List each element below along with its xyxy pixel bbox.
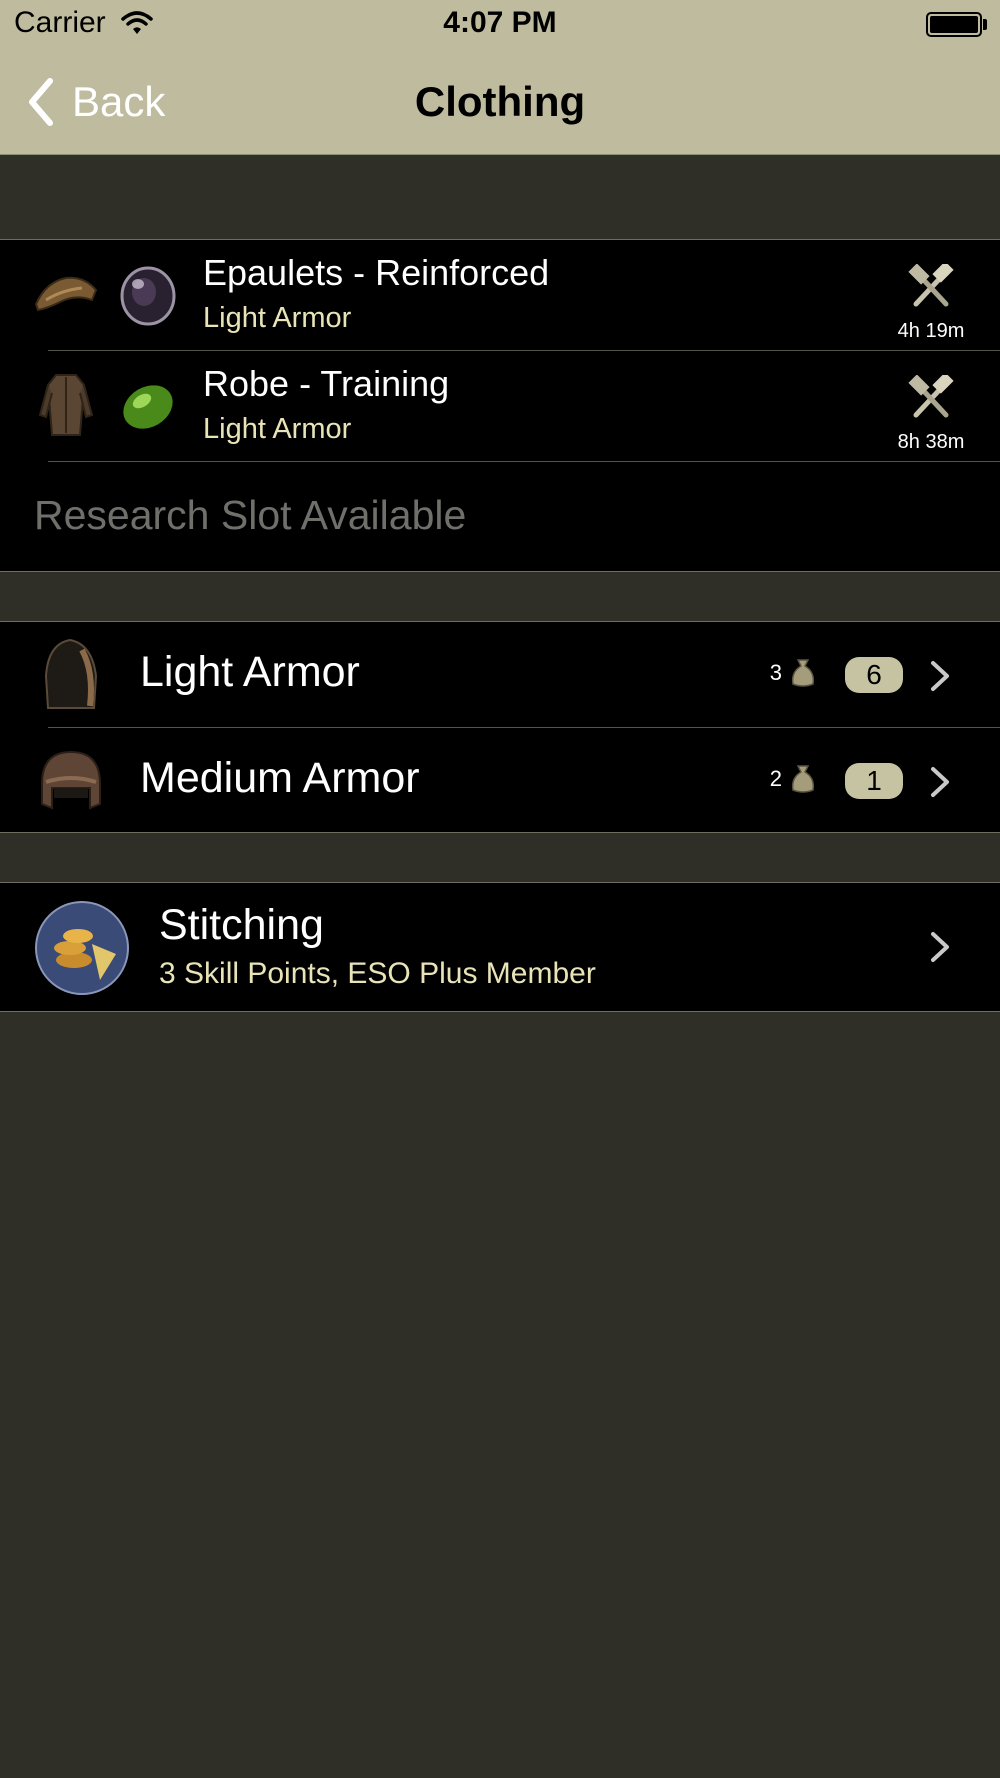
research-section: Epaulets - Reinforced Light Armor 4h 19m… (0, 239, 1000, 572)
navigation-bar: Carrier 4:07 PM Back Clothing (0, 0, 1000, 155)
research-item-name: Epaulets - Reinforced (203, 252, 550, 293)
hood-icon (44, 638, 98, 709)
research-item-name: Robe - Training (203, 363, 450, 404)
clock: 4:07 PM (443, 6, 557, 39)
skill-section[interactable]: Stitching 3 Skill Points, ESO Plus Membe… (0, 882, 1000, 1012)
trait-badge: 6 (845, 657, 903, 693)
chevron-right-icon (931, 767, 949, 797)
battery-tip (983, 19, 987, 30)
category-row-light-armor[interactable]: Light Armor 3 6 (0, 622, 1000, 727)
epaulets-icon (34, 276, 98, 312)
research-item[interactable]: Robe - Training Light Armor 8h 38m (0, 351, 1000, 461)
trait-gem-icon (123, 385, 173, 429)
trait-badge: 1 (845, 763, 903, 799)
robe-icon (38, 374, 94, 436)
material-count: 2 (769, 766, 782, 791)
skill-subtitle: 3 Skill Points, ESO Plus Member (159, 957, 596, 990)
research-time-remaining: 4h 19m (897, 320, 965, 342)
research-item-type: Light Armor (203, 413, 352, 445)
page-title: Clothing (414, 78, 586, 125)
chevron-right-icon (931, 932, 949, 962)
category-section: Light Armor 3 6 Medium Armor 2 1 (0, 621, 1000, 833)
category-row-medium-armor[interactable]: Medium Armor 2 1 (0, 728, 1000, 833)
battery-icon (926, 12, 982, 37)
research-item-type: Light Armor (203, 302, 352, 334)
trait-gem-icon (120, 266, 176, 326)
research-time-remaining: 8h 38m (897, 431, 965, 453)
material-bag-icon (791, 659, 815, 687)
research-item[interactable]: Epaulets - Reinforced Light Armor 4h 19m (0, 240, 1000, 350)
stitching-skill-icon (35, 901, 129, 995)
crafting-hammers-icon (908, 375, 954, 418)
skill-title: Stitching (159, 901, 324, 949)
material-count: 3 (769, 660, 782, 685)
helmet-icon (41, 750, 101, 810)
material-bag-icon (791, 765, 815, 793)
category-label: Light Armor (140, 648, 360, 696)
crafting-hammers-icon (908, 264, 954, 307)
chevron-right-icon (931, 661, 949, 691)
category-label: Medium Armor (140, 754, 420, 802)
row-separator (48, 461, 1000, 462)
research-slot-available[interactable]: Research Slot Available (34, 492, 466, 539)
